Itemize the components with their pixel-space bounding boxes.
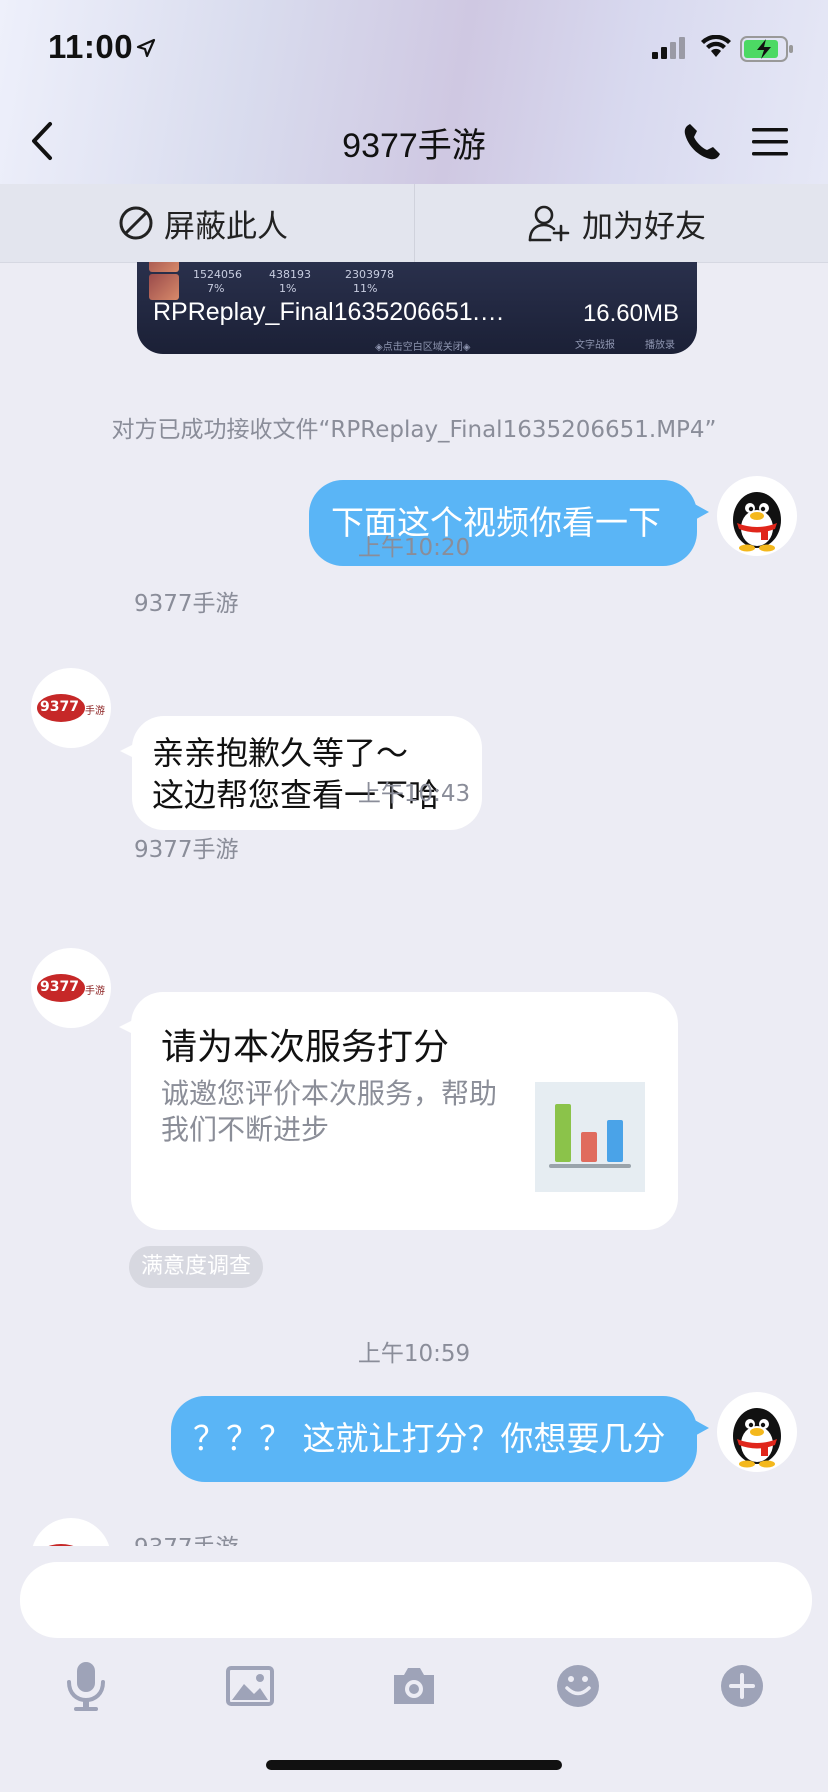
my-avatar[interactable]: [717, 1392, 797, 1472]
sender-name: 9377手游: [134, 1528, 239, 1546]
status-time: 11:00: [48, 28, 134, 65]
contact-avatar[interactable]: 9377 手游: [31, 948, 111, 1028]
more-button[interactable]: [712, 1656, 772, 1716]
voice-button[interactable]: [56, 1656, 116, 1716]
sender-name: 9377手游: [134, 591, 239, 617]
bubble-tail: [120, 742, 138, 760]
battery-charging-icon: [740, 36, 793, 62]
chat-action-bar: 屏蔽此人 加为好友: [0, 184, 828, 263]
stat-cell: 2303978: [345, 268, 394, 281]
smiley-icon: [557, 1665, 599, 1707]
hamburger-menu-icon: [752, 128, 788, 156]
video-footer-report: 文字战报: [575, 340, 615, 351]
video-footer-replay: 播放录: [645, 340, 675, 351]
block-user-label: 屏蔽此人: [164, 208, 288, 245]
brand-logo-icon: [48, 1544, 74, 1546]
add-friend-button[interactable]: 加为好友: [528, 184, 706, 262]
home-indicator: [266, 1760, 562, 1770]
brand-logo-text: 9377: [40, 699, 79, 715]
brand-logo-subtext: 手游: [85, 986, 105, 997]
location-arrow-icon: [136, 38, 156, 58]
bubble-tail: [691, 1418, 709, 1438]
menu-button[interactable]: [750, 122, 790, 162]
stat-cell: 7%: [207, 282, 225, 295]
outgoing-message[interactable]: ？？？ 这就让打分？你想要几分: [171, 1396, 709, 1482]
contact-avatar[interactable]: [31, 1518, 111, 1546]
stat-cell: 438193: [269, 268, 311, 281]
brand-logo-subtext: 手游: [85, 706, 105, 717]
photo-button[interactable]: [220, 1656, 280, 1716]
bar-chart-icon: [549, 1104, 631, 1168]
card-description: 诚邀您评价本次服务，帮助我们不断进步: [161, 1077, 498, 1146]
contact-avatar[interactable]: 9377 手游: [31, 668, 111, 748]
plus-circle-icon: [721, 1665, 763, 1707]
input-area: [0, 1546, 828, 1792]
timestamp: 上午10:43: [357, 781, 471, 807]
divider: [414, 184, 415, 262]
rating-card-message[interactable]: 请为本次服务打分 诚邀您评价本次服务，帮助我们不断进步: [119, 992, 678, 1230]
phone-icon: [684, 124, 720, 160]
survey-tag[interactable]: 满意度调查: [129, 1246, 264, 1288]
incoming-message[interactable]: 亲亲抱歉久等了～ 这边帮您查看一下哈: [120, 716, 482, 830]
bar-chart-thumbnail: [535, 1082, 645, 1192]
timestamp: 上午10:59: [357, 1341, 471, 1367]
hero-thumbnail: [149, 274, 179, 300]
stat-cell: 1524056: [193, 268, 242, 281]
video-footer-hint: ◈点击空白区域关闭◈: [375, 342, 471, 353]
stat-cell: 11%: [353, 282, 378, 295]
message-text-line: 亲亲抱歉久等了～: [152, 734, 409, 772]
block-user-button[interactable]: 屏蔽此人: [118, 184, 288, 262]
card-title: 请为本次服务打分: [161, 1027, 450, 1068]
video-file-size: 16.60MB: [582, 300, 679, 327]
video-file-message[interactable]: 4% 8% 7% 1524056 438193 2303978 7% 1% 11…: [137, 262, 697, 354]
camera-button[interactable]: [384, 1656, 444, 1716]
add-user-icon: [528, 205, 570, 242]
stat-cell: 1%: [279, 282, 297, 295]
sender-name: 9377手游: [134, 837, 239, 863]
timestamp: 上午10:20: [357, 535, 471, 561]
image-icon: [226, 1666, 274, 1706]
bubble-tail: [691, 502, 709, 522]
cellular-signal-icon: [652, 37, 685, 59]
hero-thumbnail: [149, 262, 179, 272]
message-input[interactable]: [20, 1562, 812, 1638]
brand-logo-text: 9377: [40, 979, 79, 995]
add-friend-label: 加为好友: [582, 208, 706, 245]
bubble-tail: [119, 1018, 137, 1036]
call-button[interactable]: [680, 120, 724, 164]
wifi-icon: [701, 35, 731, 57]
message-text: ？？？ 这就让打分？你想要几分: [193, 1419, 666, 1458]
top-bar: 11:00 9377手游: [0, 0, 828, 184]
chat-scroll-area[interactable]: 4% 8% 7% 1524056 438193 2303978 7% 1% 11…: [0, 262, 828, 1546]
emoji-button[interactable]: [548, 1656, 608, 1716]
qq-penguin-icon: [733, 1408, 781, 1468]
camera-icon: [394, 1668, 434, 1704]
block-icon: [119, 206, 153, 240]
video-file-name: RPReplay_Final1635206651.…: [153, 298, 505, 326]
system-note: 对方已成功接收文件“RPReplay_Final1635206651.MP4”: [111, 417, 717, 443]
microphone-icon: [67, 1662, 105, 1711]
